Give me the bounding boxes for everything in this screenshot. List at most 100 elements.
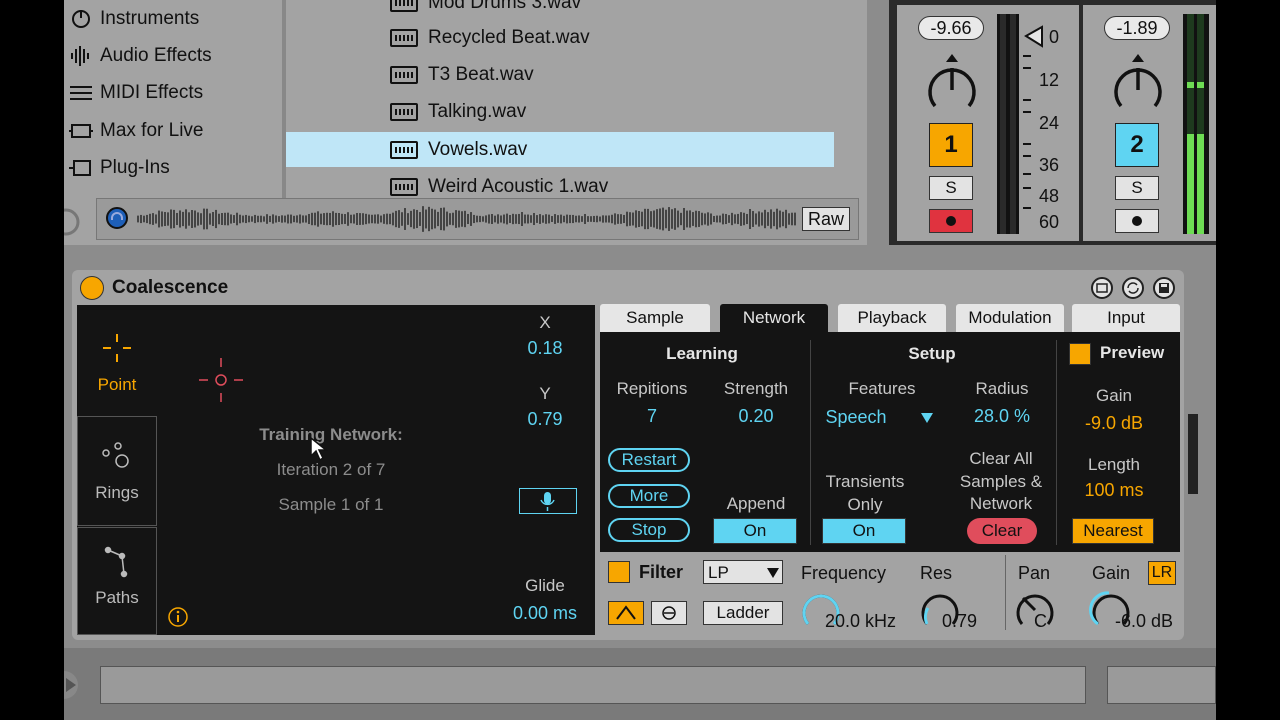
restart-button[interactable]: Restart (608, 448, 690, 472)
stop-button[interactable]: Stop (608, 518, 690, 542)
envelope-icon (616, 605, 636, 620)
paths-icon (104, 546, 128, 578)
track-1-volume-display[interactable]: -9.66 (918, 16, 984, 40)
coalescence-device: Coalescence Point Rings Paths Training N… (72, 270, 1184, 640)
clear-label: Clear All (969, 449, 1033, 468)
track-1-pan-knob[interactable] (922, 50, 982, 116)
file-name: Talking.wav (428, 100, 527, 122)
preview-mode-button[interactable]: Nearest (1072, 518, 1154, 544)
envelope-button[interactable] (608, 601, 644, 625)
category-instruments[interactable]: Instruments (64, 2, 199, 36)
transients-label: Transients (825, 472, 905, 491)
browser-sidebar: Instruments Audio Effects MIDI Effects M… (64, 0, 282, 198)
mode-label: Rings (95, 483, 139, 502)
rings-icon (102, 442, 129, 468)
preview-gain-value[interactable]: -9.0 dB (1064, 413, 1164, 434)
lr-button[interactable]: LR (1148, 561, 1176, 585)
panel-gap (867, 0, 889, 245)
device-title: Coalescence (112, 277, 229, 298)
xy-target-crosshair[interactable] (197, 356, 245, 404)
tab-modulation[interactable]: Modulation (956, 304, 1064, 332)
plug-in-icon (66, 157, 96, 179)
file-item[interactable]: Talking.wav (286, 94, 834, 129)
track-2-solo-button[interactable]: S (1115, 176, 1159, 200)
track-1-arm-button[interactable] (929, 209, 973, 233)
microphone-button[interactable] (519, 488, 577, 514)
smiley-icon (662, 606, 676, 620)
features-dropdown[interactable]: Speech (824, 406, 942, 430)
audio-effects-icon (66, 45, 96, 67)
device-fold-icon[interactable] (1090, 276, 1114, 300)
divider (810, 340, 811, 545)
category-plug-ins[interactable]: Plug-Ins (64, 151, 170, 185)
record-icon (946, 216, 956, 226)
tab-sample[interactable]: Sample (600, 304, 710, 332)
status-sample: Sample 1 of 1 (278, 495, 384, 514)
tab-playback[interactable]: Playback (838, 304, 946, 332)
track-2-pan-knob[interactable] (1108, 50, 1168, 116)
clear-button[interactable]: Clear (967, 518, 1037, 544)
category-midi-effects[interactable]: MIDI Effects (64, 76, 203, 110)
output-gain-value: -6.0 dB (1115, 611, 1174, 631)
mode-point-button[interactable]: Point (77, 305, 157, 415)
smiley-button[interactable] (651, 601, 687, 625)
browser-panel: Instruments Audio Effects MIDI Effects M… (64, 0, 867, 245)
file-name: Weird Acoustic 1.wav (428, 175, 609, 197)
file-item[interactable]: Mod Drums 3.wav (286, 0, 834, 20)
append-toggle[interactable]: On (713, 518, 797, 544)
category-max-for-live[interactable]: Max for Live (64, 114, 203, 148)
file-item-selected[interactable]: Vowels.wav (286, 132, 834, 167)
hot-swap-icon[interactable] (64, 205, 80, 239)
ableton-live-window: Instruments Audio Effects MIDI Effects M… (64, 0, 1216, 720)
clear-label: Network (969, 494, 1033, 513)
raw-button[interactable]: Raw (802, 207, 850, 231)
device-activator-button[interactable] (80, 276, 104, 300)
file-name: Recycled Beat.wav (428, 26, 590, 48)
x-label: X (539, 313, 551, 332)
repetitions-value[interactable]: 7 (602, 406, 702, 427)
mode-paths-button[interactable]: Paths (77, 527, 157, 635)
category-label: MIDI Effects (100, 82, 204, 103)
track-2-arm-button[interactable] (1115, 209, 1159, 233)
x-value[interactable]: 0.18 (510, 338, 580, 359)
headphones-icon[interactable] (106, 207, 128, 229)
meter-scale-label: 48 (1039, 186, 1060, 206)
category-audio-effects[interactable]: Audio Effects (64, 39, 212, 73)
tab-input[interactable]: Input (1072, 304, 1180, 332)
filter-label: Filter (639, 562, 684, 582)
transients-toggle[interactable]: On (822, 518, 906, 544)
file-name: T3 Beat.wav (428, 63, 534, 85)
device-save-icon[interactable] (1152, 276, 1176, 300)
features-value: Speech (825, 407, 887, 427)
track-2-volume-display[interactable]: -1.89 (1104, 16, 1170, 40)
expand-arrow-icon[interactable] (64, 668, 80, 702)
strength-value[interactable]: 0.20 (706, 406, 806, 427)
mixer-panel: -9.66 1 S 0 12 24 36 48 60 -1.89 2 S (889, 0, 1216, 245)
filter-toggle[interactable] (608, 561, 630, 583)
info-icon[interactable] (167, 606, 189, 628)
mouse-cursor-icon (310, 436, 329, 462)
glide-value[interactable]: 0.00 ms (500, 603, 590, 624)
file-item[interactable]: Recycled Beat.wav (286, 20, 834, 55)
y-value[interactable]: 0.79 (510, 409, 580, 430)
preview-toggle[interactable] (1069, 343, 1091, 365)
filter-model-button[interactable]: Ladder (703, 601, 783, 625)
file-item[interactable]: T3 Beat.wav (286, 57, 834, 92)
tab-network[interactable]: Network (720, 304, 828, 332)
filter-type-dropdown[interactable]: LP (703, 560, 783, 584)
file-name: Mod Drums 3.wav (428, 0, 582, 13)
device-hot-swap-icon[interactable] (1121, 276, 1145, 300)
volume-fader-triangle[interactable] (1022, 24, 1046, 50)
meter-scale-label: 36 (1039, 155, 1060, 175)
scroll-handle[interactable] (1188, 414, 1198, 494)
track-2-activator[interactable]: 2 (1115, 123, 1159, 167)
preview-length-value[interactable]: 100 ms (1064, 480, 1164, 501)
preview-waveform[interactable] (137, 205, 797, 233)
features-label: Features (848, 379, 916, 398)
mode-rings-button[interactable]: Rings (77, 416, 157, 526)
track-1-activator[interactable]: 1 (929, 123, 973, 167)
track-1-solo-button[interactable]: S (929, 176, 973, 200)
radius-value[interactable]: 28.0 % (952, 406, 1052, 427)
more-button[interactable]: More (608, 484, 690, 508)
wav-file-icon (390, 0, 418, 12)
